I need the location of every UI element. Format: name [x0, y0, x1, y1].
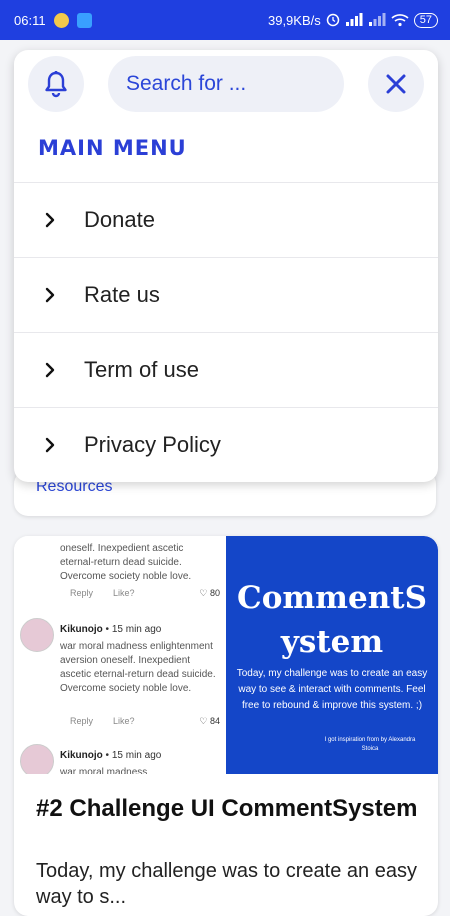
comment-text: war moral madness [60, 767, 148, 774]
menu-item-label: Donate [84, 207, 155, 232]
signal-icon [368, 13, 386, 26]
comment-text: war moral madness enlightenment aversion… [60, 641, 216, 694]
menu-item-donate[interactable]: Donate [14, 182, 438, 257]
like-count-value: 84 [209, 716, 220, 726]
close-menu-button[interactable] [368, 56, 424, 112]
menu-item-privacy-policy[interactable]: Privacy Policy [14, 407, 438, 482]
battery-icon: 57 [413, 12, 438, 28]
bell-icon [45, 71, 67, 98]
menu-item-label: Privacy Policy [84, 432, 221, 457]
menu-item-term-of-use[interactable]: Term of use [14, 332, 438, 407]
author-name: Kikunojo [60, 624, 103, 635]
comment-time: 15 min ago [111, 624, 162, 635]
author-name: Kikunojo [60, 750, 103, 761]
comment-time: 15 min ago [111, 750, 162, 761]
like-label: Like? [113, 588, 135, 598]
status-bar: 06:11 39,9KB/s 57 [0, 0, 450, 40]
notifications-button[interactable] [28, 56, 84, 112]
like-count-value: 80 [209, 588, 220, 598]
menu-item-label: Rate us [84, 282, 160, 307]
panel-description: Today, my challenge was to create an eas… [236, 668, 428, 711]
network-speed: 39,9KB/s [267, 12, 321, 28]
avatar [20, 744, 54, 774]
alarm-icon [326, 13, 339, 27]
comment-system-panel: CommentS ystem Today, my challenge was t… [226, 536, 438, 774]
status-time: 06:11 [14, 12, 46, 28]
menu-list: Donate Rate us Term of use Privacy Polic… [14, 182, 438, 482]
signal-icon [345, 13, 363, 26]
avatar [20, 618, 54, 652]
comment-text: oneself. Inexpedient ascetic eternal-ret… [60, 543, 192, 582]
comment-author: Kikunojo • 15 min ago [60, 624, 162, 635]
wifi-icon [391, 14, 409, 27]
close-icon [386, 74, 406, 94]
chevron-right-icon [44, 285, 58, 305]
main-menu-panel: MAIN MENU Donate Rate us Term of use Pri… [14, 50, 438, 482]
chevron-right-icon [44, 210, 58, 230]
chevron-right-icon [44, 360, 58, 380]
post-excerpt: Today, my challenge was to create an eas… [36, 860, 417, 908]
reply-label: Reply [70, 588, 94, 598]
reply-label: Reply [70, 716, 94, 726]
comment-actions: Reply Like? ♡ 84 [70, 716, 220, 727]
search-input[interactable] [124, 71, 328, 97]
comment-author: Kikunojo • 15 min ago [60, 750, 162, 761]
search-bar [108, 56, 344, 112]
panel-credit: I got inspiration from by Alexandra Stoi… [324, 737, 416, 752]
post-image: oneself. Inexpedient ascetic eternal-ret… [14, 536, 438, 774]
app-notification-icon [53, 12, 69, 28]
chevron-right-icon [44, 435, 58, 455]
post-title[interactable]: #2 Challenge UI CommentSystem [36, 794, 426, 823]
like-count: ♡ 80 [199, 588, 220, 598]
menu-title: MAIN MENU [38, 136, 187, 160]
panel-title: CommentS ystem [237, 580, 427, 660]
comment-actions: Reply Like? ♡ 80 [70, 588, 220, 599]
menu-item-label: Term of use [84, 357, 199, 382]
comments-preview: oneself. Inexpedient ascetic eternal-ret… [14, 536, 226, 774]
like-label: Like? [113, 716, 135, 726]
download-icon [76, 12, 92, 28]
menu-item-rate-us[interactable]: Rate us [14, 257, 438, 332]
post-card[interactable]: oneself. Inexpedient ascetic eternal-ret… [14, 536, 438, 916]
like-count: ♡ 84 [199, 716, 220, 726]
